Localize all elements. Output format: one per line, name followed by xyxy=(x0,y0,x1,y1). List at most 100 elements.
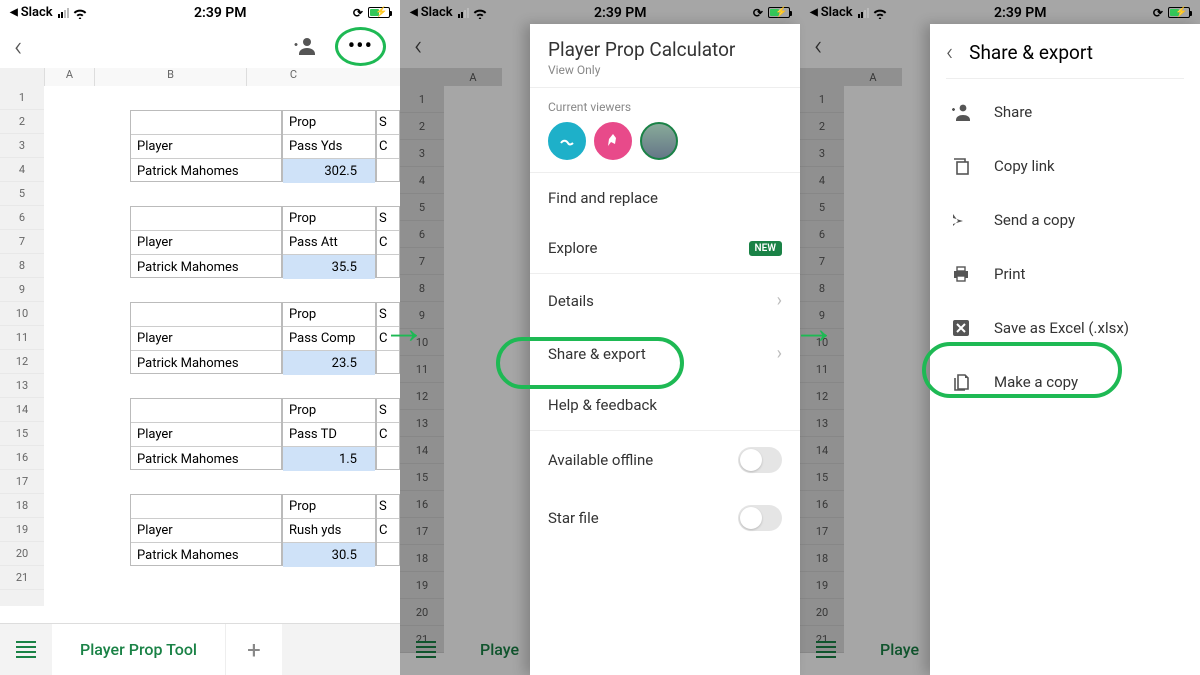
menu-help[interactable]: Help & feedback xyxy=(530,380,800,430)
chevron-right-icon: › xyxy=(777,290,782,311)
col-a[interactable]: A xyxy=(44,68,94,86)
row-headers: 123456789101112131415161718192021 xyxy=(0,86,44,606)
label: Explore xyxy=(548,239,598,257)
col-c[interactable]: C xyxy=(246,68,340,86)
back-app-label[interactable]: Slack xyxy=(21,5,53,20)
active-tab[interactable]: Player Prop Tool xyxy=(52,624,226,675)
menu-share-export[interactable]: Share & export› xyxy=(530,327,800,380)
share-export-modal: ‹ Share & export Share Copy link Send a … xyxy=(930,24,1200,675)
row-header[interactable]: 6 xyxy=(0,206,44,230)
new-badge: NEW xyxy=(749,241,783,256)
column-headers: A B C xyxy=(0,68,400,86)
row-header[interactable]: 13 xyxy=(0,374,44,398)
row-header[interactable]: 14 xyxy=(0,398,44,422)
send-icon xyxy=(950,209,972,231)
row-header[interactable]: 1 xyxy=(0,86,44,110)
row-header[interactable]: 11 xyxy=(0,326,44,350)
menu-copy-link[interactable]: Copy link xyxy=(930,139,1200,193)
label: Copy link xyxy=(994,157,1055,175)
toggle-off[interactable] xyxy=(738,447,782,473)
label: Make a copy xyxy=(994,373,1078,391)
row-header[interactable]: 3 xyxy=(0,134,44,158)
add-person-icon[interactable] xyxy=(293,36,317,56)
battery-icon: ⚡ xyxy=(1168,7,1190,18)
label: Details xyxy=(548,292,594,310)
excel-icon xyxy=(950,317,972,339)
label: Send a copy xyxy=(994,211,1075,229)
wifi-icon xyxy=(472,7,488,19)
row-header[interactable]: 19 xyxy=(0,518,44,542)
file-copy-icon xyxy=(950,371,972,393)
back-app-caret[interactable]: ◀ xyxy=(10,7,18,18)
signal-icon xyxy=(458,8,469,18)
avatar[interactable] xyxy=(594,122,632,160)
more-menu-highlight: ••• xyxy=(335,27,386,66)
row-header[interactable]: 17 xyxy=(0,470,44,494)
status-bar: ◀ Slack 2:39 PM ⟳ ⚡ xyxy=(0,0,400,22)
menu-make-copy[interactable]: Make a copy xyxy=(930,355,1200,409)
signal-icon xyxy=(858,8,869,18)
status-time: 2:39 PM xyxy=(194,5,247,21)
label: Help & feedback xyxy=(548,396,657,414)
avatar[interactable] xyxy=(640,122,678,160)
label: Find and replace xyxy=(548,189,658,207)
wifi-icon xyxy=(72,7,88,19)
status-bar: ◀ Slack 2:39 PM ⟳ ⚡ xyxy=(400,0,800,22)
toggle-off[interactable] xyxy=(738,505,782,531)
modal-title: Player Prop Calculator xyxy=(548,38,782,61)
add-sheet-icon[interactable]: + xyxy=(226,624,282,675)
row-header[interactable]: 4 xyxy=(0,158,44,182)
back-app-label[interactable]: Slack xyxy=(421,5,453,20)
signal-icon xyxy=(58,8,69,18)
chevron-right-icon: › xyxy=(777,343,782,364)
row-header[interactable]: 10 xyxy=(0,302,44,326)
back-icon[interactable]: ‹ xyxy=(14,30,22,63)
menu-find-replace[interactable]: Find and replace xyxy=(530,173,800,223)
menu-explore[interactable]: Explore NEW xyxy=(530,223,800,273)
menu-share[interactable]: Share xyxy=(930,85,1200,139)
panel-1-sheet: ◀ Slack 2:39 PM ⟳ ⚡ ‹ ••• A B C xyxy=(0,0,400,675)
menu-save-excel[interactable]: Save as Excel (.xlsx) xyxy=(930,301,1200,355)
sheet-tabs: Player Prop Tool + xyxy=(0,623,400,675)
modal-subtitle: View Only xyxy=(548,63,782,77)
back-icon[interactable]: ‹ xyxy=(946,38,953,66)
rotation-lock-icon: ⟳ xyxy=(753,6,763,20)
avatar[interactable] xyxy=(548,122,586,160)
add-person-icon xyxy=(950,101,972,123)
row-header[interactable]: 5 xyxy=(0,182,44,206)
file-menu-modal: Player Prop Calculator View Only Current… xyxy=(530,24,800,675)
print-icon xyxy=(950,263,972,285)
rotation-lock-icon: ⟳ xyxy=(1153,6,1163,20)
back-app-label[interactable]: Slack xyxy=(821,5,853,20)
menu-available-offline[interactable]: Available offline xyxy=(530,431,800,489)
label: Star file xyxy=(548,509,599,527)
menu-print[interactable]: Print xyxy=(930,247,1200,301)
menu-star-file[interactable]: Star file xyxy=(530,489,800,547)
row-header[interactable]: 21 xyxy=(0,566,44,590)
menu-send-copy[interactable]: Send a copy xyxy=(930,193,1200,247)
spreadsheet[interactable]: 123456789101112131415161718192021 Player… xyxy=(0,86,400,606)
status-time: 2:39 PM xyxy=(994,5,1047,21)
copy-icon xyxy=(950,155,972,177)
row-header[interactable]: 15 xyxy=(0,422,44,446)
viewers-label: Current viewers xyxy=(548,100,782,114)
row-header[interactable]: 2 xyxy=(0,110,44,134)
back-app-caret[interactable]: ◀ xyxy=(810,7,818,18)
row-header[interactable]: 9 xyxy=(0,278,44,302)
back-app-caret[interactable]: ◀ xyxy=(410,7,418,18)
sheets-menu-icon[interactable] xyxy=(0,624,52,675)
col-b[interactable]: B xyxy=(94,68,246,86)
battery-icon: ⚡ xyxy=(768,7,790,18)
row-header[interactable]: 18 xyxy=(0,494,44,518)
row-header[interactable]: 8 xyxy=(0,254,44,278)
row-header[interactable]: 12 xyxy=(0,350,44,374)
row-header[interactable]: 20 xyxy=(0,542,44,566)
menu-details[interactable]: Details › xyxy=(530,274,800,327)
battery-icon: ⚡ xyxy=(368,7,390,18)
row-header[interactable]: 7 xyxy=(0,230,44,254)
more-icon[interactable]: ••• xyxy=(348,34,373,59)
label: Available offline xyxy=(548,451,653,469)
wifi-icon xyxy=(872,7,888,19)
toolbar: ‹ ••• xyxy=(0,22,400,68)
row-header[interactable]: 16 xyxy=(0,446,44,470)
